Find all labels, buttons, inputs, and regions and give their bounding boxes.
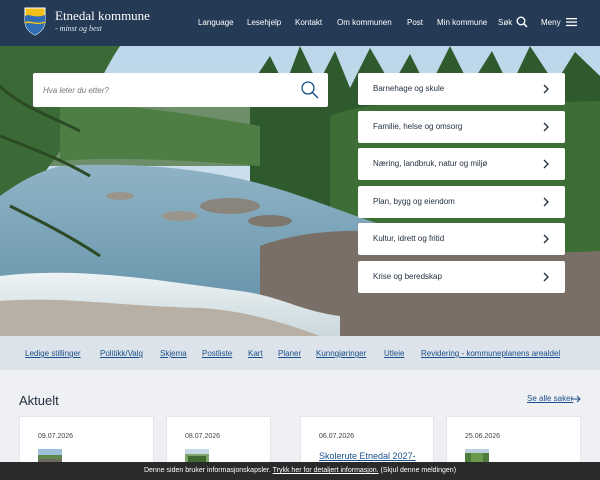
quick-link-utleie[interactable]: Utleie bbox=[384, 349, 404, 358]
category-label: Krise og beredskap bbox=[373, 272, 442, 281]
news-card-date: 06.07.2026 bbox=[319, 433, 355, 440]
chevron-right-icon bbox=[543, 272, 549, 282]
news-card-date: 08.07.2026 bbox=[185, 433, 221, 440]
category-label: Barnehage og skule bbox=[373, 84, 445, 93]
category-kultur-idrett-og-fritid[interactable]: Kultur, idrett og fritid bbox=[358, 223, 565, 255]
search-icon[interactable] bbox=[300, 80, 320, 100]
quick-link-kunngjoringer[interactable]: Kunngjøringer bbox=[316, 349, 366, 358]
quick-link-skjema[interactable]: Skjema bbox=[160, 349, 187, 358]
quick-link-postliste[interactable]: Postliste bbox=[202, 349, 232, 358]
cookie-dismiss-link[interactable]: (Skjul denne meldingen) bbox=[381, 467, 457, 474]
chevron-right-icon bbox=[543, 159, 549, 169]
category-plan-bygg-og-eiendom[interactable]: Plan, bygg og eiendom bbox=[358, 186, 565, 218]
chevron-right-icon bbox=[543, 122, 549, 132]
news-heading: Aktuelt bbox=[19, 393, 59, 408]
coat-of-arms-logo[interactable] bbox=[24, 7, 46, 36]
nav-lesehjelp[interactable]: Lesehjelp bbox=[247, 18, 281, 27]
news-card-date: 25.06.2026 bbox=[465, 433, 501, 440]
category-label: Næring, landbruk, natur og miljø bbox=[373, 159, 488, 168]
category-naering-landbruk-natur-og-miljo[interactable]: Næring, landbruk, natur og miljø bbox=[358, 148, 565, 180]
search-box bbox=[33, 73, 328, 107]
quick-link-revidering-kommuneplan[interactable]: Revidering - kommuneplanens arealdel bbox=[421, 349, 560, 358]
nav-language[interactable]: Language bbox=[198, 18, 234, 27]
chevron-right-icon bbox=[543, 197, 549, 207]
arrow-right-icon[interactable] bbox=[571, 395, 581, 403]
search-input[interactable] bbox=[43, 73, 293, 107]
brand-tagline: - minst og best bbox=[55, 24, 102, 33]
search-icon[interactable] bbox=[516, 16, 528, 28]
category-familie-helse-og-omsorg[interactable]: Familie, helse og omsorg bbox=[358, 111, 565, 143]
brand-name[interactable]: Etnedal kommune bbox=[55, 8, 150, 24]
hamburger-menu-icon[interactable] bbox=[566, 17, 577, 27]
quick-link-planer[interactable]: Planer bbox=[278, 349, 301, 358]
chevron-right-icon bbox=[543, 84, 549, 94]
category-krise-og-beredskap[interactable]: Krise og beredskap bbox=[358, 261, 565, 293]
cookie-text: Denne siden bruker informasjonskapsler. bbox=[143, 467, 271, 474]
see-all-news-link[interactable]: Se alle saker bbox=[527, 394, 573, 403]
nav-min-kommune[interactable]: Min kommune bbox=[437, 18, 487, 27]
nav-menu-label[interactable]: Meny bbox=[541, 18, 561, 27]
cookie-info-link[interactable]: Trykk her for detaljert informasjon. bbox=[273, 467, 379, 474]
quick-link-ledige-stillinger[interactable]: Ledige stillinger bbox=[25, 349, 81, 358]
news-card-title[interactable]: Skolerute Etnedal 2027- bbox=[319, 451, 416, 461]
quick-link-politikk-valg[interactable]: Politikk/Valg bbox=[100, 349, 143, 358]
news-card-date: 09.07.2026 bbox=[38, 433, 74, 440]
nav-post[interactable]: Post bbox=[407, 18, 423, 27]
nav-om-kommunen[interactable]: Om kommunen bbox=[337, 18, 392, 27]
chevron-right-icon bbox=[543, 234, 549, 244]
nav-search-label[interactable]: Søk bbox=[498, 18, 512, 27]
category-label: Familie, helse og omsorg bbox=[373, 122, 463, 131]
category-label: Kultur, idrett og fritid bbox=[373, 234, 445, 243]
quick-links-bar: Ledige stillinger Politikk/Valg Skjema P… bbox=[0, 336, 600, 370]
quick-link-kart[interactable]: Kart bbox=[248, 349, 263, 358]
site-header: Etnedal kommune - minst og best Language… bbox=[0, 0, 600, 46]
nav-kontakt[interactable]: Kontakt bbox=[295, 18, 322, 27]
cookie-banner: Denne siden bruker informasjonskapsler. … bbox=[0, 462, 600, 480]
category-label: Plan, bygg og eiendom bbox=[373, 197, 455, 206]
category-barnehage-og-skule[interactable]: Barnehage og skule bbox=[358, 73, 565, 105]
